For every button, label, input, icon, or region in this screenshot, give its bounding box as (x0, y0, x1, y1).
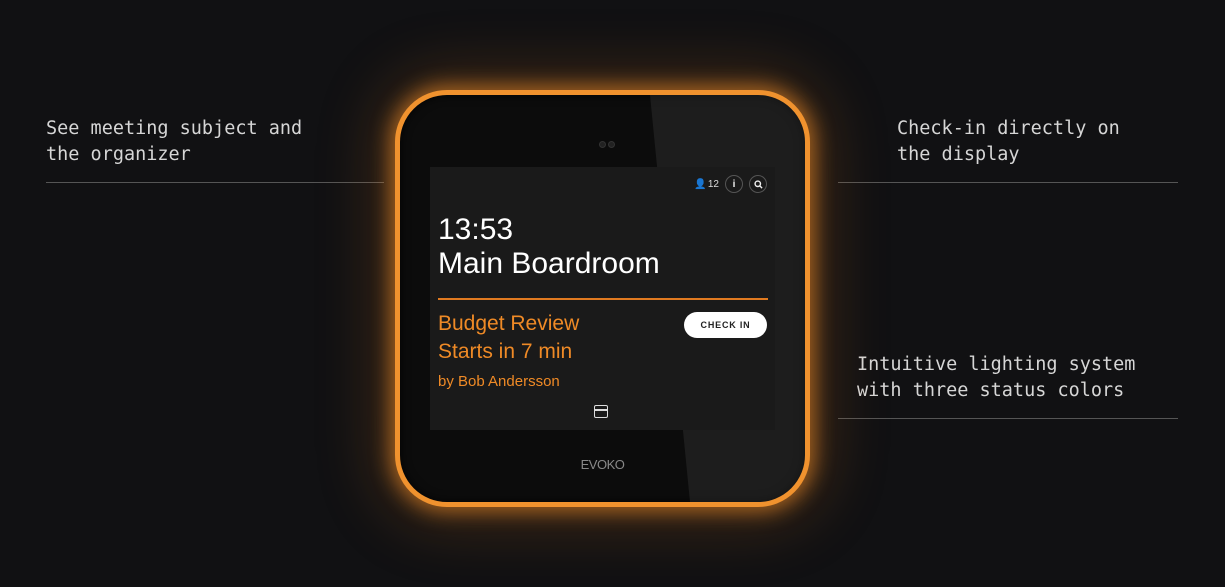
status-line (438, 298, 768, 300)
calendar-icon[interactable] (594, 405, 608, 418)
meeting-organizer: by Bob Andersson (438, 373, 560, 390)
status-icons: 👤 12 i (694, 175, 767, 193)
divider (838, 418, 1178, 419)
divider (46, 182, 384, 183)
person-icon: 👤 (694, 178, 707, 190)
camera-sensors (599, 135, 617, 153)
divider (838, 182, 1178, 183)
device-screen: 👤 12 i 13:53 Main Boardroom Budget Revie… (430, 167, 775, 430)
brand-logo: EVOKO (580, 457, 625, 472)
meeting-status: Starts in 7 min (438, 340, 573, 363)
feature-caption-lighting: Intuitive lighting system with three sta… (857, 354, 1136, 401)
meeting-info: Budget Review Starts in 7 min (438, 310, 579, 366)
info-icon[interactable]: i (725, 175, 743, 193)
feature-caption-subject: See meeting subject and the organizer (46, 118, 303, 165)
room-name: Main Boardroom (438, 247, 660, 280)
current-time: 13:53 (438, 213, 514, 246)
attendee-count: 12 (707, 178, 719, 190)
search-icon[interactable] (749, 175, 767, 193)
room-booking-device: 👤 12 i 13:53 Main Boardroom Budget Revie… (395, 90, 810, 507)
meeting-subject: Budget Review (438, 312, 580, 335)
feature-caption-checkin: Check-in directly on the display (897, 118, 1120, 165)
check-in-button[interactable]: CHECK IN (684, 312, 767, 338)
